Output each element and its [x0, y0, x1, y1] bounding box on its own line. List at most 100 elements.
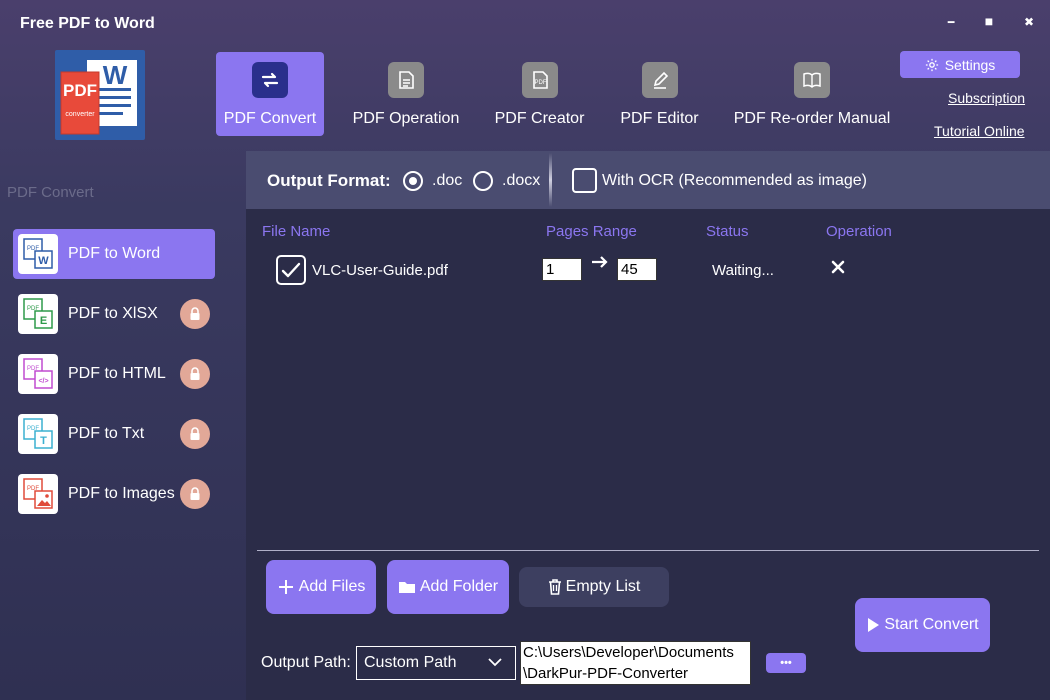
output-path-select[interactable]: Custom Path: [356, 646, 516, 680]
play-icon: [868, 618, 880, 632]
format-divider: [549, 153, 552, 207]
close-button[interactable]: ✖: [1018, 10, 1040, 32]
output-path-field[interactable]: C:\Users\Developer\Documents \DarkPur-PD…: [520, 641, 751, 685]
plus-icon: [278, 580, 293, 594]
more-icon: •••: [780, 657, 792, 669]
page-to-input[interactable]: [617, 258, 657, 281]
pdf-to-images-icon: PDF: [18, 474, 58, 514]
pdf-file-icon: PDF: [521, 62, 558, 98]
topnav-pdf-convert[interactable]: PDF Convert: [216, 52, 324, 136]
topnav-label: PDF Creator: [494, 110, 585, 127]
folder-icon: [398, 582, 415, 593]
topnav-pdf-editor[interactable]: PDF Editor: [617, 52, 702, 136]
topnav-pdf-creator[interactable]: PDF PDF Creator: [492, 52, 587, 136]
empty-list-label: Empty List: [565, 578, 641, 595]
sidebar-item-pdf-to-xlsx[interactable]: PDF E PDF to XlSX: [13, 289, 215, 339]
add-files-label: Add Files: [298, 578, 366, 595]
format-doc-label: .doc: [432, 172, 463, 189]
output-path-label: Output Path:: [261, 654, 351, 671]
logo-sub-text: converter: [65, 111, 95, 118]
output-format-bar: Output Format: .doc .docx With OCR (Reco…: [246, 151, 1050, 209]
add-folder-label: Add Folder: [419, 578, 499, 595]
chevron-down-icon: [488, 658, 502, 667]
column-header-pages-range: Pages Range: [546, 223, 637, 240]
column-header-file-name: File Name: [262, 223, 331, 240]
gear-icon: [925, 58, 938, 71]
lock-icon: [180, 359, 210, 389]
lock-icon: [180, 419, 210, 449]
trash-icon: [548, 579, 561, 595]
file-name-cell: VLC-User-Guide.pdf: [312, 262, 448, 279]
row-checkbox[interactable]: [276, 255, 306, 285]
svg-text:PDF: PDF: [534, 80, 546, 86]
app-window: Free PDF to Word ━ ■ ✖ W PDF converter P…: [0, 0, 1050, 700]
add-folder-button[interactable]: Add Folder: [387, 560, 509, 614]
add-files-button[interactable]: Add Files: [266, 560, 376, 614]
pencil-icon: [641, 62, 678, 98]
checkmark-icon: [281, 262, 301, 278]
sidebar-item-pdf-to-word[interactable]: PDF W PDF to Word: [13, 229, 215, 279]
format-docx-label: .docx: [502, 172, 541, 189]
app-logo-icon: W PDF converter: [60, 60, 137, 135]
swap-arrows-icon: [252, 62, 288, 98]
arrow-right-icon: [591, 255, 609, 274]
svg-text:W: W: [38, 255, 49, 267]
sidebar-item-label: PDF to Word: [68, 245, 161, 262]
svg-text:E: E: [40, 315, 47, 327]
format-doc-radio[interactable]: [403, 171, 423, 191]
output-path-line1: C:\Users\Developer\Documents: [523, 644, 734, 661]
svg-text:</>: </>: [38, 378, 48, 385]
remove-file-button[interactable]: [831, 260, 845, 279]
tutorial-link[interactable]: Tutorial Online: [934, 123, 1025, 139]
start-convert-label: Start Convert: [884, 616, 979, 633]
lock-icon: [180, 479, 210, 509]
sidebar-item-label: PDF to XlSX: [68, 305, 158, 322]
close-icon: ✖: [1023, 15, 1035, 29]
ocr-checkbox[interactable]: [572, 168, 597, 193]
minimize-icon: ━: [947, 17, 955, 29]
sidebar-item-pdf-to-images[interactable]: PDF PDF to Images: [13, 469, 215, 519]
svg-text:T: T: [40, 435, 47, 447]
close-icon: [831, 260, 845, 274]
subscription-link[interactable]: Subscription: [948, 90, 1025, 106]
start-convert-button[interactable]: Start Convert: [855, 598, 990, 652]
app-logo: W PDF converter: [55, 50, 145, 140]
page-from-input[interactable]: [542, 258, 582, 281]
minimize-button[interactable]: ━: [940, 10, 962, 32]
topnav-pdf-operation[interactable]: PDF Operation: [350, 52, 462, 136]
topnav-label: PDF Re-order Manual: [733, 110, 891, 127]
maximize-button[interactable]: ■: [978, 10, 1000, 32]
topnav-label: PDF Editor: [620, 110, 699, 127]
format-docx-radio[interactable]: [473, 171, 493, 191]
window-title: Free PDF to Word: [20, 15, 155, 32]
topnav-pdf-reorder[interactable]: PDF Re-order Manual: [732, 52, 892, 136]
sidebar-item-pdf-to-html[interactable]: PDF </> PDF to HTML: [13, 349, 215, 399]
output-format-title: Output Format:: [267, 171, 391, 190]
pdf-to-word-icon: PDF W: [18, 234, 58, 274]
column-header-operation: Operation: [826, 223, 892, 240]
output-path-mode: Custom Path: [364, 654, 457, 671]
browse-path-button[interactable]: •••: [766, 653, 806, 673]
book-icon: [794, 62, 830, 98]
lock-icon: [180, 299, 210, 329]
sidebar-item-label: PDF to HTML: [68, 365, 166, 382]
main-panel: Output Format: .doc .docx With OCR (Reco…: [246, 151, 1050, 700]
status-cell: Waiting...: [712, 262, 774, 279]
output-path-line2: \DarkPur-PDF-Converter: [523, 665, 689, 682]
sidebar-item-label: PDF to Txt: [68, 425, 145, 442]
topnav-label: PDF Operation: [352, 110, 460, 127]
topnav-label: PDF Convert: [223, 110, 317, 127]
settings-label: Settings: [944, 56, 996, 73]
logo-side-text: W: [103, 60, 128, 90]
pdf-to-xlsx-icon: PDF E: [18, 294, 58, 334]
pdf-to-txt-icon: PDF T: [18, 414, 58, 454]
pdf-to-html-icon: PDF </>: [18, 354, 58, 394]
sidebar-item-pdf-to-txt[interactable]: PDF T PDF to Txt: [13, 409, 215, 459]
column-header-status: Status: [706, 223, 749, 240]
ocr-label: With OCR (Recommended as image): [602, 172, 867, 189]
sidebar-heading: PDF Convert: [7, 184, 94, 201]
empty-list-button[interactable]: Empty List: [519, 567, 669, 607]
settings-button[interactable]: Settings: [900, 51, 1020, 78]
document-icon: [388, 62, 424, 98]
maximize-icon: ■: [984, 13, 994, 29]
